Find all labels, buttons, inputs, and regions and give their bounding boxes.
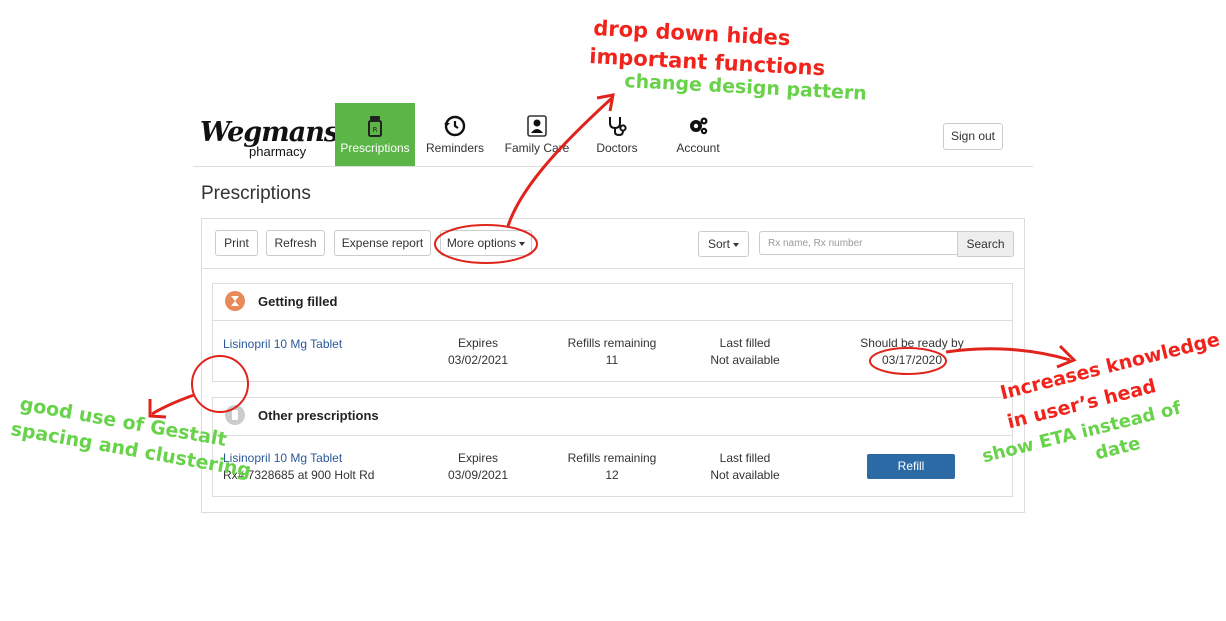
rx-name-link[interactable]: Lisinopril 10 Mg Tablet [223,337,342,351]
last-filled-cell: Last filled Not available [695,335,795,369]
nav-label: Family Care [504,141,570,155]
expires-cell: Expires 03/09/2021 [430,450,526,484]
last-filled-value: Not available [710,468,780,482]
nav-prescriptions[interactable]: R Prescriptions [335,103,415,166]
sign-out-button[interactable]: Sign out [943,123,1003,150]
expires-value: 03/02/2021 [447,353,509,367]
header-divider [193,166,1033,167]
refills-value: 12 [605,468,619,482]
page-title: Prescriptions [201,183,311,204]
search-input[interactable]: Rx name, Rx number [759,231,957,255]
nav-label: Prescriptions [340,141,410,155]
ready-by-cell: Should be ready by 03/17/2020 [852,335,972,369]
last-filled-cell: Last filled Not available [695,450,795,484]
nav-label: Account [676,141,720,155]
caret-down-icon [733,242,739,247]
last-filled-label: Last filled [719,451,771,465]
clock-history-icon [444,115,466,137]
section-divider [213,320,1012,321]
pill-bottle-icon: R [368,116,382,137]
expense-report-button[interactable]: Expense report [334,230,431,256]
person-card-icon [527,115,547,137]
gestalt-arrow [151,393,195,416]
search-button[interactable]: Search [957,231,1014,257]
section-divider [213,435,1012,436]
nav-doctors[interactable]: Doctors [577,103,657,166]
expires-cell: Expires 03/02/2021 [430,335,526,369]
nav-label: Doctors [596,141,638,155]
stethoscope-icon [609,117,627,137]
ready-by-label: Should be ready by [860,336,964,350]
caret-down-icon [519,241,526,246]
last-filled-label: Last filled [719,336,771,350]
refill-button[interactable]: Refill [867,454,955,479]
nav-account[interactable]: Account [658,103,738,166]
nav-reminders[interactable]: Reminders [415,103,495,166]
hourglass-icon [225,291,245,311]
svg-text:R: R [373,126,378,134]
expires-label: Expires [457,451,498,465]
ready-by-value: 03/17/2020 [881,353,943,367]
toolbar-divider [201,268,1024,269]
refresh-button[interactable]: Refresh [266,230,325,256]
nav-family-care[interactable]: Family Care [497,103,577,166]
last-filled-value: Not available [710,353,780,367]
gears-icon [690,117,708,135]
brand-sub: pharmacy [249,144,307,159]
expires-label: Expires [457,336,498,350]
refills-label: Refills remaining [567,336,657,350]
refills-value: 11 [605,353,619,367]
refills-cell: Refills remaining 12 [557,450,667,484]
refills-cell: Refills remaining 11 [557,335,667,369]
sort-label: Sort [707,237,730,251]
nav-label: Reminders [425,141,485,155]
section-title: Getting filled [258,294,338,309]
gestalt-arrowhead [148,399,167,419]
print-button[interactable]: Print [215,230,258,256]
more-options-label: More options [446,236,517,250]
bottle-icon [225,405,245,425]
section-title: Other prescriptions [258,408,379,423]
more-options-dropdown[interactable]: More options [440,230,532,256]
expires-value: 03/09/2021 [447,468,509,482]
wegmans-pharmacy-logo[interactable]: Wegmans pharmacy [200,117,339,162]
sort-dropdown[interactable]: Sort [698,231,749,257]
refills-label: Refills remaining [567,451,657,465]
